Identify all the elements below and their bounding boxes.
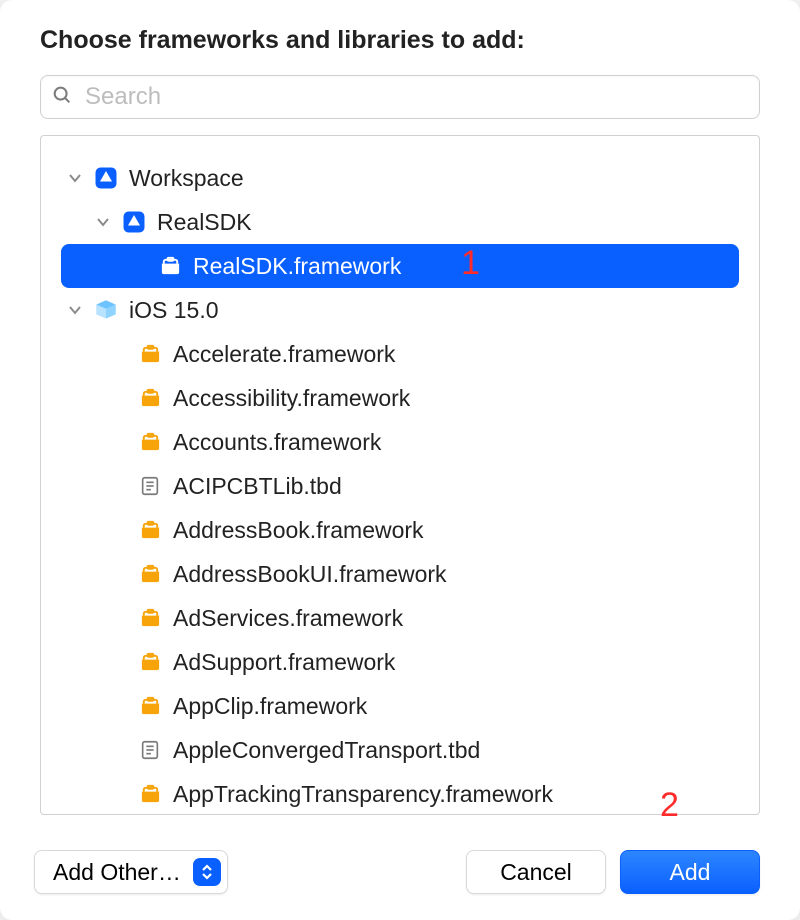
sdk-item-label: ACIPCBTLib.tbd xyxy=(173,473,342,500)
tree-row-sdk-item[interactable]: AddressBookUI.framework xyxy=(41,552,759,596)
toolbox-icon xyxy=(137,385,163,411)
framework-picker-sheet: Choose frameworks and libraries to add: … xyxy=(0,0,800,920)
tree-row-sdk-item[interactable]: AdServices.framework xyxy=(41,596,759,640)
sdk-item-label: AdServices.framework xyxy=(173,605,403,632)
tree-row-sdk-item[interactable]: AppTrackingTransparency.framework xyxy=(41,772,759,815)
project-label: RealSDK xyxy=(157,209,252,236)
search-input[interactable] xyxy=(83,82,749,112)
toolbox-icon xyxy=(137,341,163,367)
tree-row-sdk-item[interactable]: AdSupport.framework xyxy=(41,640,759,684)
search-icon xyxy=(51,84,73,111)
sheet-title: Choose frameworks and libraries to add: xyxy=(40,26,760,55)
chevron-down-icon xyxy=(67,302,83,318)
annotation-1: 1 xyxy=(461,244,480,283)
tree-row-sdk-item[interactable]: AppleConvergedTransport.tbd xyxy=(41,728,759,772)
add-label: Add xyxy=(670,859,711,885)
code-file-icon xyxy=(137,473,163,499)
add-other-label: Add Other… xyxy=(53,859,181,886)
footer: Add Other… Cancel Add xyxy=(34,850,760,894)
toolbox-icon xyxy=(137,693,163,719)
toolbox-icon xyxy=(137,605,163,631)
toolbox-icon xyxy=(137,429,163,455)
app-icon xyxy=(121,209,147,235)
box-icon xyxy=(93,297,119,323)
toolbox-icon xyxy=(157,253,183,279)
tree-row-project[interactable]: RealSDK xyxy=(41,200,759,244)
workspace-label: Workspace xyxy=(129,165,244,192)
sdk-item-label: Accounts.framework xyxy=(173,429,381,456)
sdk-item-label: AppleConvergedTransport.tbd xyxy=(173,737,480,764)
tree-row-sdk-item[interactable]: AddressBook.framework xyxy=(41,508,759,552)
sdk-item-label: AppClip.framework xyxy=(173,693,367,720)
app-icon xyxy=(93,165,119,191)
tree: Workspace RealSDK RealSDK.framework 1 xyxy=(41,156,759,815)
selected-framework-label: RealSDK.framework xyxy=(193,253,401,280)
sdk-item-label: AdSupport.framework xyxy=(173,649,395,676)
framework-tree[interactable]: Workspace RealSDK RealSDK.framework 1 xyxy=(40,135,760,815)
tree-row-sdk-item[interactable]: ACIPCBTLib.tbd xyxy=(41,464,759,508)
sdk-item-label: AppTrackingTransparency.framework xyxy=(173,781,553,808)
add-button[interactable]: Add xyxy=(620,850,760,894)
chevron-down-icon xyxy=(67,170,83,186)
tree-row-selected-framework[interactable]: RealSDK.framework 1 xyxy=(61,244,739,288)
chevron-down-icon xyxy=(95,214,111,230)
tree-row-sdk-item[interactable]: Accounts.framework xyxy=(41,420,759,464)
cancel-button[interactable]: Cancel xyxy=(466,850,606,894)
toolbox-icon xyxy=(137,561,163,587)
tree-row-workspace[interactable]: Workspace xyxy=(41,156,759,200)
toolbox-icon xyxy=(137,649,163,675)
search-field[interactable] xyxy=(40,75,760,119)
toolbox-icon xyxy=(137,517,163,543)
add-other-button[interactable]: Add Other… xyxy=(34,850,228,894)
sdk-item-label: AddressBook.framework xyxy=(173,517,424,544)
toolbox-icon xyxy=(137,781,163,807)
sdk-item-label: Accelerate.framework xyxy=(173,341,395,368)
updown-icon xyxy=(193,858,221,886)
sdk-item-label: Accessibility.framework xyxy=(173,385,410,412)
sdk-item-label: AddressBookUI.framework xyxy=(173,561,447,588)
tree-row-sdk-item[interactable]: Accessibility.framework xyxy=(41,376,759,420)
cancel-label: Cancel xyxy=(500,859,572,885)
code-file-icon xyxy=(137,737,163,763)
sdk-label: iOS 15.0 xyxy=(129,297,219,324)
tree-row-sdk[interactable]: iOS 15.0 xyxy=(41,288,759,332)
tree-row-sdk-item[interactable]: Accelerate.framework xyxy=(41,332,759,376)
tree-row-sdk-item[interactable]: AppClip.framework xyxy=(41,684,759,728)
